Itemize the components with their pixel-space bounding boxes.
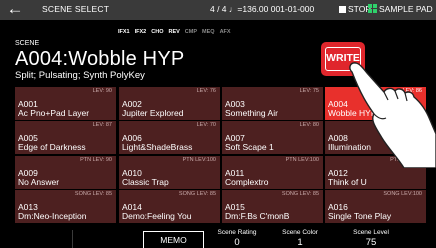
scene-label: SCENE (15, 40, 40, 47)
scene-rating-value: 0 (234, 237, 240, 248)
scene-tile-level: PTN LEV: 90 (80, 157, 112, 163)
scene-tile-level: LEV: 80 (299, 122, 319, 128)
scene-level-param[interactable]: Scene Level 75 (340, 229, 402, 248)
scene-rating-label: Scene Rating (217, 229, 257, 236)
scene-tile-level: SONG LEV: 85 (178, 191, 216, 197)
sample-pad-label: SAMPLE PAD (379, 4, 433, 14)
scene-tile-name: Soft Scape 1 (225, 142, 274, 152)
stop-square-icon (339, 5, 346, 13)
scene-tile[interactable]: SONG LEV: 85 A014 Demo:Feeling You (119, 190, 220, 223)
scene-tile-level: SONG LEV:100 (383, 191, 422, 197)
top-bar: ← SCENE SELECT 4 / 4 ♩=136.00 001-01-000… (0, 0, 436, 20)
scene-tile[interactable]: PTN LEV: 90 A009 No Answer (15, 156, 116, 189)
scene-tile[interactable]: LEV: 87 A005 Edge of Darkness (15, 121, 116, 154)
screen-title: SCENE SELECT (42, 4, 110, 14)
scene-tile-name: Complextro (225, 177, 269, 187)
scene-tile-level: LEV: 76 (196, 88, 216, 94)
scene-tile-name: Think of U (328, 177, 367, 187)
scene-tile[interactable]: LEV: 75 A003 Something Air (222, 87, 323, 120)
scene-color-value: 1 (297, 237, 303, 248)
scene-tile-name: Single Tone Play (328, 211, 392, 221)
scene-tile-level: SONG LEV: 85 (74, 191, 112, 197)
scene-tile[interactable]: SONG LEV:100 A016 Single Tone Play (325, 190, 426, 223)
scene-level-label: Scene Level (353, 229, 389, 236)
scene-tile[interactable]: LEV: 90 A001 Ac Pno+Pad Layer (15, 87, 116, 120)
fx-indicator: CHO (151, 29, 164, 35)
scene-tile-name: No Answer (18, 177, 60, 187)
scene-tile[interactable]: LEV: 76 A002 Jupiter Explored (119, 87, 220, 120)
scene-tile-name: Dm:Neo-Inception (18, 211, 87, 221)
scene-tile-level: SONG LEV: 85 (281, 191, 319, 197)
scene-rating-param[interactable]: Scene Rating 0 (206, 229, 268, 248)
scene-tile-level: LEV: 75 (299, 88, 319, 94)
scene-tile[interactable]: PTN LEV:100 A010 Classic Trap (119, 156, 220, 189)
scene-tile-name: Edge of Darkness (18, 142, 86, 152)
scene-color-param[interactable]: Scene Color 1 (269, 229, 331, 248)
sample-pad-button[interactable]: SAMPLE PAD (368, 4, 433, 14)
bottom-divider (72, 230, 73, 248)
scene-tile[interactable]: LEV: 70 A006 Light&ShadeBrass (119, 121, 220, 154)
sample-pad-grid-icon (368, 4, 377, 13)
scene-tile-level: LEV: 90 (92, 88, 112, 94)
back-arrow-icon[interactable]: ← (0, 0, 30, 20)
scene-tile-level: PTN LEV:100 (285, 157, 319, 163)
memo-button[interactable]: MEMO (143, 231, 204, 248)
scene-tile[interactable]: LEV: 80 A007 Soft Scape 1 (222, 121, 323, 154)
scene-tile-name: Jupiter Explored (122, 108, 184, 118)
scene-type: Split; Pulsating; Synth PolyKey (15, 70, 145, 81)
fx-indicator: AFX (219, 29, 231, 35)
fx-indicator: MEQ (202, 29, 215, 35)
scene-tile-level: LEV: 87 (92, 122, 112, 128)
fx-indicator: IFX2 (134, 29, 147, 35)
fx-indicator: REV (168, 29, 180, 35)
scene-tile-level: LEV: 70 (196, 122, 216, 128)
scene-color-label: Scene Color (282, 229, 318, 236)
scene-tile-name: Classic Trap (122, 177, 169, 187)
scene-name: A004:Wobble HYP (15, 48, 185, 70)
scene-tile-name: Light&ShadeBrass (122, 142, 193, 152)
scene-tile-name: Dm:F.Bs C'monB (225, 211, 290, 221)
fx-indicator: CMP (184, 29, 198, 35)
scene-tile[interactable]: SONG LEV: 85 A015 Dm:F.Bs C'monB (222, 190, 323, 223)
stop-status: STOP (339, 4, 371, 14)
scene-tile[interactable]: PTN LEV:100 A011 Complextro (222, 156, 323, 189)
pointing-hand-icon (349, 62, 436, 168)
scene-tile-name: Demo:Feeling You (122, 211, 192, 221)
fx-indicator: IFX1 (118, 29, 130, 35)
effects-status-row: IFX1 IFX2 CHO REV CMP MEQ AFX (118, 29, 231, 35)
scene-tile-name: Ac Pno+Pad Layer (18, 108, 90, 118)
tempo-position: 4 / 4 ♩=136.00 001-01-000 (210, 4, 315, 14)
scene-tile-name: Something Air (225, 108, 278, 118)
scene-tile-level: PTN LEV:100 (182, 157, 216, 163)
scene-tile[interactable]: SONG LEV: 85 A013 Dm:Neo-Inception (15, 190, 116, 223)
scene-level-value: 75 (365, 237, 377, 248)
